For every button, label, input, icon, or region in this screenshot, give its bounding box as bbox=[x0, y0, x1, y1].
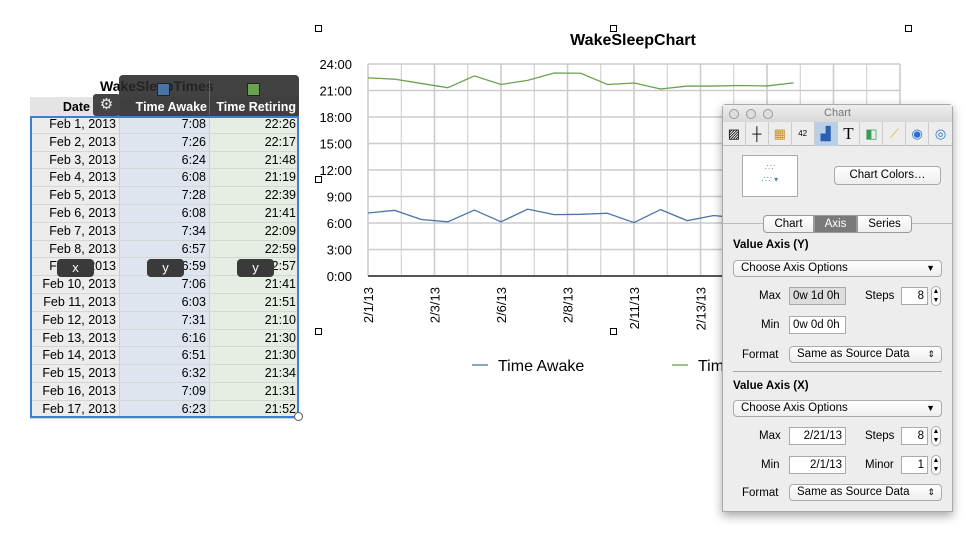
x-minor-stepper[interactable]: ▲ ▼ bbox=[931, 455, 941, 475]
x-tick-label: 2/8/13 bbox=[561, 287, 576, 323]
quicktime-icon[interactable]: ◎ bbox=[929, 122, 952, 146]
selection-handle[interactable] bbox=[610, 25, 617, 32]
y-tick-label: 0:00 bbox=[327, 269, 352, 284]
table-icon[interactable]: ▦ bbox=[769, 122, 792, 146]
chart-title: WakeSleepChart bbox=[570, 32, 696, 49]
selection-handle[interactable] bbox=[315, 25, 322, 32]
y-tick-label: 9:00 bbox=[327, 190, 352, 205]
x-tag[interactable]: x bbox=[57, 259, 94, 277]
inspector-toolbar: ▨ ┼ ▦ 42 ▟ T ◧ ⟋ ◉ ◎ bbox=[723, 122, 952, 146]
minimize-button[interactable] bbox=[746, 109, 756, 119]
resize-handle[interactable] bbox=[294, 412, 303, 421]
x-axis-options-dropdown[interactable]: Choose Axis Options ▼ bbox=[733, 400, 942, 417]
y-tick-label: 12:00 bbox=[319, 163, 352, 178]
y-tick-label: 18:00 bbox=[319, 110, 352, 125]
y-format-label: Format bbox=[742, 349, 779, 361]
y-tick-label: 6:00 bbox=[327, 216, 352, 231]
y-steps-field[interactable]: 8 bbox=[901, 287, 928, 305]
x-minor-label: Minor bbox=[865, 459, 894, 471]
x-minor-field[interactable]: 1 bbox=[901, 456, 928, 474]
y-tick-label: 15:00 bbox=[319, 137, 352, 152]
series-color-swatch-retiring[interactable] bbox=[247, 83, 260, 96]
header-time-retiring[interactable]: Time Retiring bbox=[210, 97, 299, 117]
header-date[interactable]: Date bbox=[30, 97, 93, 117]
tab-axis[interactable]: Axis bbox=[814, 215, 857, 233]
header-time-awake[interactable]: Time Awake bbox=[120, 97, 210, 117]
format-icon[interactable]: 42 bbox=[792, 122, 815, 146]
selection-handle[interactable] bbox=[905, 25, 912, 32]
gear-icon[interactable]: ⚙ bbox=[93, 94, 120, 116]
y-max-label: Max bbox=[759, 290, 781, 302]
y-format-dropdown[interactable]: Same as Source Data ⇕ bbox=[789, 346, 942, 363]
x-format-dropdown[interactable]: Same as Source Data ⇕ bbox=[789, 484, 942, 501]
y-tick-label: 24:00 bbox=[319, 57, 352, 72]
document-icon[interactable]: ▨ bbox=[723, 122, 746, 146]
y-tick-label: 21:00 bbox=[319, 84, 352, 99]
x-tick-label: 2/6/13 bbox=[494, 287, 509, 323]
zoom-button[interactable] bbox=[763, 109, 773, 119]
y-min-field[interactable]: 0w 0d 0h bbox=[789, 316, 846, 334]
x-max-field[interactable]: 2/21/13 bbox=[789, 427, 846, 445]
y-min-label: Min bbox=[761, 319, 780, 331]
y-steps-stepper[interactable]: ▲ ▼ bbox=[931, 286, 941, 306]
layout-icon[interactable]: ┼ bbox=[746, 122, 769, 146]
text-icon[interactable]: T bbox=[838, 122, 861, 146]
x-tick-label: 2/1/13 bbox=[361, 287, 376, 323]
y-axis-heading: Value Axis (Y) bbox=[733, 239, 809, 251]
x-tick-label: 2/11/13 bbox=[627, 287, 642, 329]
chart-type-picker[interactable]: ∴∵ ∴∵ ▾ bbox=[742, 155, 798, 197]
y-axis-options-dropdown[interactable]: Choose Axis Options ▼ bbox=[733, 260, 942, 277]
chart-colors-button[interactable]: Chart Colors… bbox=[834, 166, 941, 185]
tab-chart[interactable]: Chart bbox=[763, 215, 814, 233]
x-steps-stepper[interactable]: ▲ ▼ bbox=[931, 426, 941, 446]
ruler-icon[interactable]: ⟋ bbox=[883, 122, 907, 146]
panel-title: Chart bbox=[723, 105, 952, 122]
x-tick-label: 2/13/13 bbox=[694, 287, 709, 330]
x-min-field[interactable]: 2/1/13 bbox=[789, 456, 846, 474]
selection-handle[interactable] bbox=[315, 328, 322, 335]
chart-icon[interactable]: ▟ bbox=[814, 122, 838, 146]
y-tick-label: 3:00 bbox=[327, 243, 352, 258]
y-max-field[interactable]: 0w 1d 0h bbox=[789, 287, 846, 305]
x-steps-label: Steps bbox=[865, 430, 895, 442]
selection-handle[interactable] bbox=[610, 328, 617, 335]
x-min-label: Min bbox=[761, 459, 780, 471]
x-steps-field[interactable]: 8 bbox=[901, 427, 928, 445]
y-tag-awake[interactable]: y bbox=[147, 259, 184, 277]
x-max-label: Max bbox=[759, 430, 781, 442]
chart-inspector-panel: Chart ▨ ┼ ▦ 42 ▟ T ◧ ⟋ ◉ ◎ ∴∵ ∴∵ ▾ Chart … bbox=[722, 104, 953, 512]
legend-label[interactable]: Time Awake bbox=[498, 358, 584, 375]
shape-icon[interactable]: ◧ bbox=[860, 122, 884, 146]
tab-series[interactable]: Series bbox=[857, 215, 912, 233]
x-tick-label: 2/3/13 bbox=[428, 287, 443, 323]
y-steps-label: Steps bbox=[865, 290, 895, 302]
y-tag-retiring[interactable]: y bbox=[237, 259, 274, 277]
close-button[interactable] bbox=[729, 109, 739, 119]
x-axis-heading: Value Axis (X) bbox=[733, 380, 809, 392]
x-format-label: Format bbox=[742, 487, 779, 499]
link-icon[interactable]: ◉ bbox=[906, 122, 930, 146]
selection-handle[interactable] bbox=[315, 176, 322, 183]
series-color-swatch-awake[interactable] bbox=[157, 83, 170, 96]
